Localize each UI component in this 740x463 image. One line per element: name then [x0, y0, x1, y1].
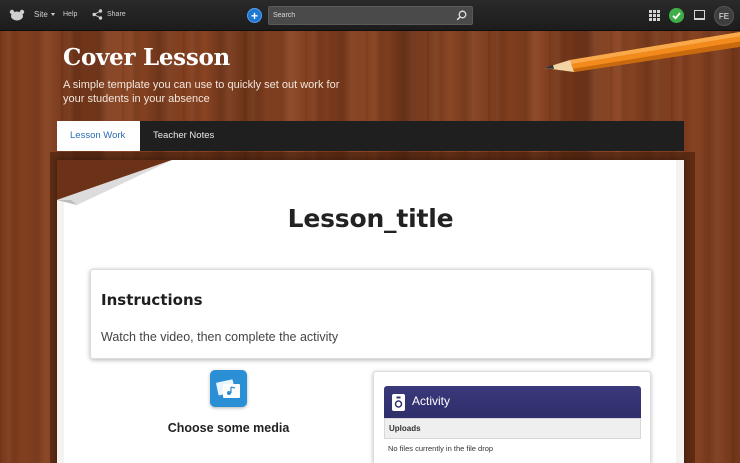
chevron-down-icon	[50, 13, 55, 17]
search-input[interactable]	[273, 9, 453, 22]
search-box	[268, 6, 473, 25]
choose-media-link[interactable]: Choose some media	[120, 421, 337, 435]
page-curl-decoration	[57, 160, 172, 205]
apps-grid-icon[interactable]	[649, 10, 660, 21]
share-label: Share	[107, 11, 126, 18]
instructions-heading: Instructions	[101, 291, 203, 309]
activity-card: Activity Uploads No files currently in t…	[373, 371, 651, 463]
page-title: Cover Lesson	[63, 44, 230, 71]
lesson-title: Lesson_title	[287, 204, 454, 233]
share-icon	[92, 9, 103, 20]
tab-lesson-work[interactable]: Lesson Work	[57, 121, 140, 151]
site-menu[interactable]: Site	[34, 10, 55, 19]
site-menu-label: Site	[34, 10, 48, 19]
help-link[interactable]: Help	[63, 11, 77, 18]
instructions-card: Instructions Watch the video, then compl…	[90, 269, 652, 359]
status-check-icon[interactable]	[669, 8, 684, 23]
file-drop-icon	[392, 394, 405, 411]
logo-icon[interactable]	[9, 9, 25, 21]
activity-title: Activity	[412, 394, 451, 408]
avatar[interactable]: FE	[714, 6, 734, 26]
empty-files-message: No files currently in the file drop	[388, 444, 494, 453]
search-icon[interactable]	[456, 10, 467, 21]
top-navigation-bar: Site Help Share + FE	[0, 0, 740, 31]
tab-teacher-notes[interactable]: Teacher Notes	[140, 121, 227, 151]
page-subtitle: A simple template you can use to quickly…	[63, 79, 340, 105]
share-button[interactable]: Share	[92, 9, 126, 20]
device-icon[interactable]	[694, 10, 705, 20]
uploads-header: Uploads	[384, 418, 641, 439]
media-icon[interactable]	[210, 370, 247, 407]
activity-header: Activity	[384, 386, 641, 418]
pencil-decoration-icon	[544, 32, 740, 72]
tab-bar: Lesson Work Teacher Notes	[57, 121, 684, 151]
add-button[interactable]: +	[247, 8, 262, 23]
instructions-text: Watch the video, then complete the activ…	[101, 330, 339, 344]
